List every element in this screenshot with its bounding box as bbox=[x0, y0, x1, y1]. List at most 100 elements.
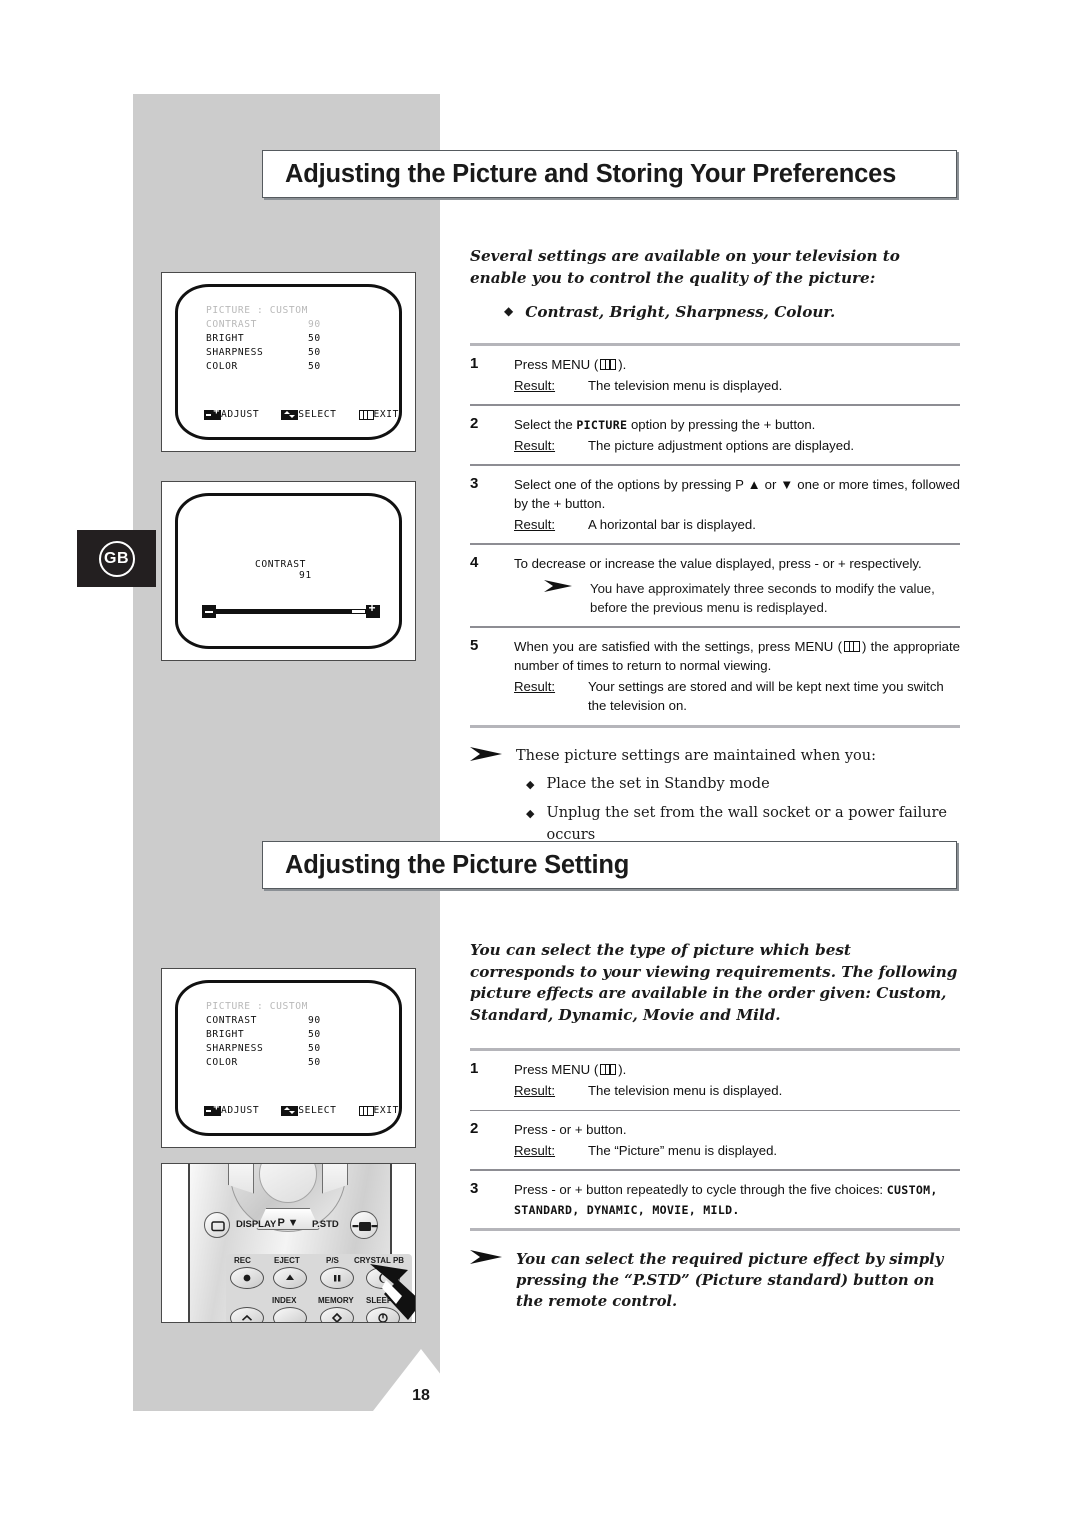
result-text: The “Picture” menu is displayed. bbox=[588, 1143, 778, 1159]
closing-note-lead: These picture settings are maintained wh… bbox=[516, 747, 877, 764]
memory-button[interactable] bbox=[320, 1307, 354, 1322]
osd-row-label-1: BRIGHT bbox=[206, 1029, 245, 1040]
step-row: 3 Press - or + button repeatedly to cycl… bbox=[470, 1171, 960, 1228]
eject-icon bbox=[286, 1274, 294, 1280]
step-row: 1 Press MENU (). Result: The television … bbox=[470, 346, 960, 404]
tv-illustration-contrast-bar: CONTRAST 91 bbox=[161, 481, 416, 661]
menu-icon bbox=[844, 640, 860, 652]
up-down-icon bbox=[281, 409, 299, 420]
result-text: A horizontal bar is displayed. bbox=[588, 517, 756, 533]
step-body: Select the PICTURE option by pressing th… bbox=[514, 415, 960, 455]
up-arrow-button[interactable] bbox=[230, 1307, 264, 1322]
step-body: When you are satisfied with the settings… bbox=[514, 637, 960, 716]
result-label: Result: bbox=[514, 1083, 556, 1099]
section-1-closing-note: These picture settings are maintained wh… bbox=[470, 746, 960, 847]
plus-icon bbox=[366, 602, 380, 618]
select-group: SELECT bbox=[281, 409, 336, 420]
step-text: To decrease or increase the value displa… bbox=[514, 555, 922, 571]
osd-footer: ADJUST SELECT EXIT bbox=[204, 407, 401, 420]
exit-label: EXIT bbox=[373, 1105, 400, 1116]
select-label: SELECT bbox=[298, 1105, 337, 1116]
osd-row-label-2: SHARPNESS bbox=[206, 347, 264, 358]
closing-note-body: These picture settings are maintained wh… bbox=[516, 746, 960, 847]
section-2-content: You can select the type of picture which… bbox=[470, 940, 960, 1312]
index-label: INDEX bbox=[272, 1296, 297, 1305]
sub-note-text: You have approximately three seconds to … bbox=[590, 581, 935, 616]
pointer-arrow-icon bbox=[370, 1264, 415, 1320]
pstd-button[interactable] bbox=[350, 1211, 378, 1239]
closing-bullet-text: Place the set in Standby mode bbox=[546, 776, 770, 793]
step-number: 5 bbox=[470, 636, 479, 654]
osd-row-value-1: 50 bbox=[308, 333, 321, 344]
eject-label: EJECT bbox=[274, 1256, 300, 1265]
adjust-label: ADJUST bbox=[221, 1105, 260, 1116]
sub-note: You have approximately three seconds to … bbox=[514, 579, 960, 617]
closing-bullet-text: Unplug the set from the wall socket or a… bbox=[546, 805, 947, 843]
bar-label-text: CONTRAST bbox=[255, 559, 307, 570]
section-title-2: Adjusting the Picture Setting bbox=[262, 841, 957, 889]
result-text: The picture adjustment options are displ… bbox=[588, 438, 855, 454]
diamond-icon bbox=[331, 1312, 343, 1322]
adjust-label: ADJUST bbox=[221, 409, 260, 420]
osd-row-value-1: 50 bbox=[308, 1029, 321, 1040]
step-emphasis-2: STANDARD, DYNAMIC, MOVIE, MILD. bbox=[514, 1203, 740, 1218]
pause-icon bbox=[334, 1275, 341, 1282]
menu-icon bbox=[358, 1105, 374, 1116]
rec-label: REC bbox=[234, 1256, 251, 1265]
osd-row-value-3: 50 bbox=[308, 361, 321, 372]
tv-screen: PICTURE : CUSTOM CONTRAST 90 BRIGHT 50 S… bbox=[175, 980, 402, 1136]
osd-footer: ADJUST SELECT EXIT bbox=[204, 1103, 401, 1116]
result-label: Result: bbox=[514, 378, 556, 394]
osd-row-value-0: 90 bbox=[308, 319, 321, 330]
osd-row-value-3: 50 bbox=[308, 1057, 321, 1068]
step-row: 2 Press - or + button. Result: The “Pict… bbox=[470, 1111, 960, 1169]
osd-row-label-1: BRIGHT bbox=[206, 333, 245, 344]
minus-plus-icon bbox=[204, 407, 221, 420]
eject-button[interactable] bbox=[273, 1267, 307, 1289]
adjust-group: ADJUST bbox=[204, 1103, 260, 1116]
step-emphasis: CUSTOM, bbox=[886, 1183, 938, 1198]
display-button[interactable] bbox=[204, 1212, 230, 1238]
result-row: Result: The television menu is displayed… bbox=[514, 1081, 960, 1100]
result-label: Result: bbox=[514, 1143, 556, 1159]
step-row: 4 To decrease or increase the value disp… bbox=[470, 545, 960, 626]
osd-header: PICTURE : CUSTOM bbox=[206, 1001, 309, 1012]
diamond-bullet-icon: ◆ bbox=[504, 304, 514, 319]
chevron-up-icon bbox=[241, 1314, 253, 1321]
locale-tab: GB bbox=[77, 530, 156, 587]
step-body: Select one of the options by pressing P … bbox=[514, 475, 960, 534]
osd-row-value-2: 50 bbox=[308, 1043, 321, 1054]
step-text: Press MENU (). bbox=[514, 1062, 627, 1078]
section-2-intro: You can select the type of picture which… bbox=[470, 941, 958, 1024]
osd-row-label-3: COLOR bbox=[206, 361, 238, 372]
ps-label: P/S bbox=[326, 1256, 339, 1265]
result-text: The television menu is displayed. bbox=[588, 378, 783, 394]
result-row: Result: The picture adjustment options a… bbox=[514, 436, 960, 455]
divider bbox=[470, 1228, 960, 1231]
divider bbox=[470, 724, 960, 728]
step-body: Press MENU (). Result: The television me… bbox=[514, 1060, 960, 1100]
step-number: 3 bbox=[470, 474, 479, 492]
rec-button[interactable] bbox=[230, 1267, 264, 1289]
section-1-intro-bullet-text: Contrast, Bright, Sharpness, Colour. bbox=[525, 303, 836, 322]
result-row: Result: Your settings are stored and wil… bbox=[514, 677, 960, 715]
page-number: 18 bbox=[412, 1387, 430, 1404]
step-body: Press - or + button repeatedly to cycle … bbox=[514, 1180, 960, 1219]
exit-group: EXIT bbox=[358, 409, 400, 420]
section-title-1: Adjusting the Picture and Storing Your P… bbox=[262, 150, 957, 198]
step-text: Press MENU (). bbox=[514, 357, 627, 373]
result-label: Result: bbox=[514, 679, 556, 695]
step-body: Press MENU (). Result: The television me… bbox=[514, 355, 960, 395]
bar-caption: CONTRAST 91 bbox=[204, 548, 312, 592]
remote-control-illustration: P ▼ DISPLAY P.STD REC EJECT P/S CRYSTAL … bbox=[161, 1163, 416, 1323]
result-label: Result: bbox=[514, 517, 556, 533]
section-title-2-text: Adjusting the Picture Setting bbox=[285, 850, 630, 879]
record-icon bbox=[243, 1274, 251, 1282]
adjust-group: ADJUST bbox=[204, 407, 260, 420]
result-text: Your settings are stored and will be kep… bbox=[588, 679, 944, 714]
closing-note-text: You can select the required picture effe… bbox=[516, 1251, 944, 1310]
up-down-icon bbox=[281, 1105, 299, 1116]
slider-track bbox=[216, 609, 366, 614]
index-button[interactable] bbox=[273, 1307, 307, 1322]
ps-button[interactable] bbox=[320, 1267, 354, 1289]
